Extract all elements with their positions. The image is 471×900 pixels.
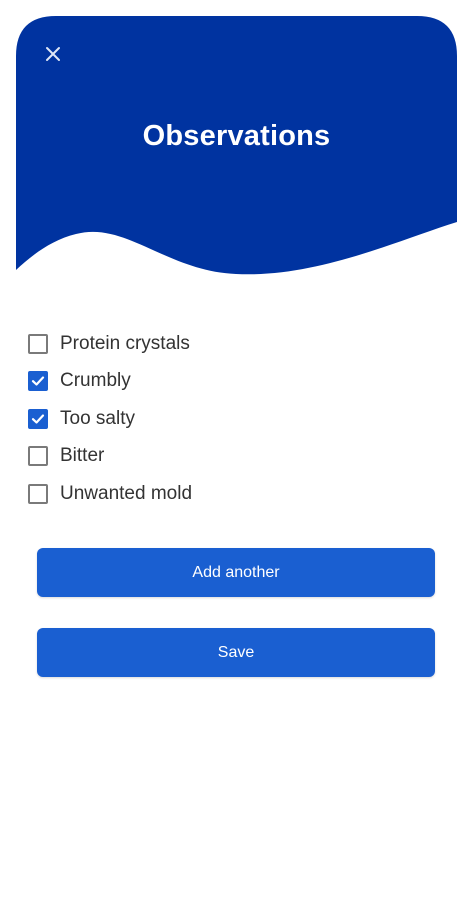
option-too-salty[interactable]: Too salty xyxy=(28,400,448,438)
option-crumbly[interactable]: Crumbly xyxy=(28,363,448,401)
option-protein-crystals[interactable]: Protein crystals xyxy=(28,325,448,363)
protein-crystals-checkbox[interactable] xyxy=(28,333,48,354)
observations-screen: Observations Protein crystals Crumbly To… xyxy=(0,0,471,900)
option-label: Unwanted mold xyxy=(60,482,193,504)
close-icon xyxy=(46,47,60,61)
add-another-button[interactable]: Add another xyxy=(37,548,435,597)
option-label: Crumbly xyxy=(60,370,131,392)
bitter-checkbox[interactable] xyxy=(28,446,48,467)
option-label: Protein crystals xyxy=(60,332,190,354)
too-salty-checkbox[interactable] xyxy=(28,408,48,429)
observation-options-list: Protein crystals Crumbly Too salty Bitte… xyxy=(28,325,448,513)
unwanted-mold-checkbox[interactable] xyxy=(28,483,48,504)
checkmark-icon xyxy=(31,376,45,386)
crumbly-checkbox[interactable] xyxy=(28,371,48,392)
option-label: Bitter xyxy=(60,445,105,467)
close-button[interactable] xyxy=(40,41,66,67)
option-unwanted-mold[interactable]: Unwanted mold xyxy=(28,475,448,513)
save-button[interactable]: Save xyxy=(37,628,435,677)
checkmark-icon xyxy=(31,414,45,424)
option-label: Too salty xyxy=(60,407,135,429)
page-title: Observations xyxy=(142,120,331,152)
header: Observations xyxy=(16,16,457,278)
option-bitter[interactable]: Bitter xyxy=(28,438,448,476)
